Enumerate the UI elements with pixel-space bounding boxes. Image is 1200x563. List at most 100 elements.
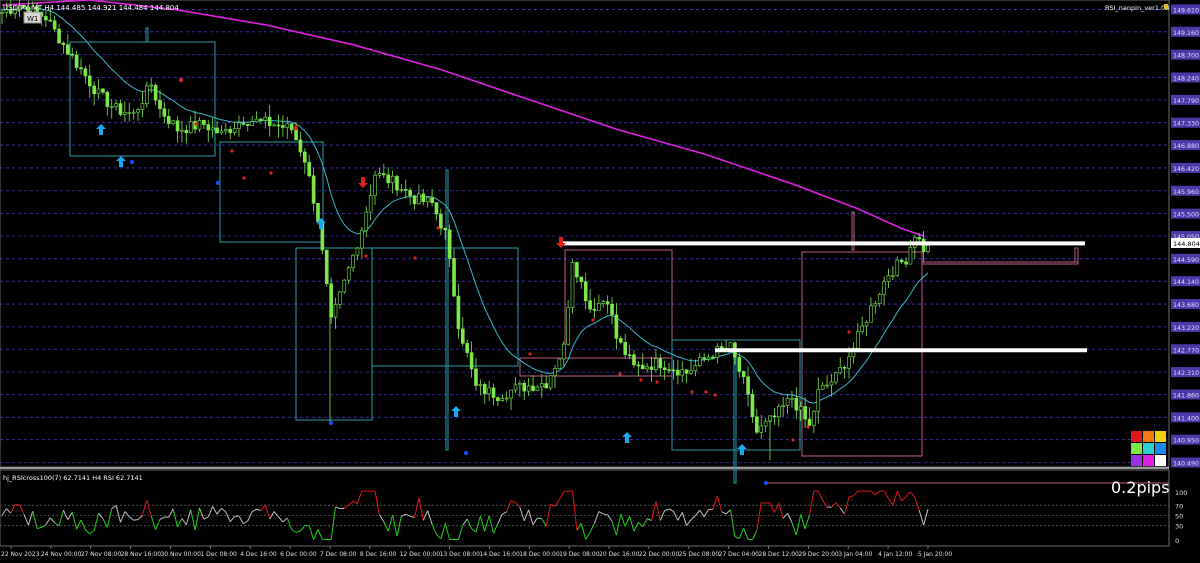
- candle-body: [579, 276, 584, 282]
- candle-body: [79, 67, 83, 70]
- candle-body: [544, 383, 548, 389]
- time-axis-label: 13 Dec 08:00: [440, 551, 481, 558]
- time-axis-label: 14 Dec 16:00: [479, 551, 520, 558]
- candle-body: [702, 357, 706, 360]
- candle-body: [518, 382, 522, 386]
- candle-body: [298, 139, 303, 153]
- price-tick-label: 149.160: [1173, 30, 1199, 37]
- candle-body: [452, 258, 456, 297]
- candle-body: [623, 342, 627, 356]
- price-tick-label: 148.700: [1173, 53, 1199, 60]
- price-tick-label: 145.500: [1173, 212, 1199, 219]
- time-axis-label: 4 Dec 16:00: [240, 551, 277, 558]
- candle-body: [254, 118, 259, 123]
- rsi-level-label: 50: [1175, 513, 1183, 521]
- candle-body: [741, 371, 746, 378]
- signal-dot: [591, 318, 595, 322]
- candle-body: [403, 188, 408, 191]
- price-tick-label: 144.590: [1173, 257, 1199, 264]
- candle-body: [755, 416, 759, 433]
- time-axis-label: 25 Dec 08:00: [679, 551, 720, 558]
- time-axis-label: 4 Jan 12:00: [878, 551, 912, 558]
- candle-body: [509, 389, 513, 399]
- candle-body: [443, 227, 448, 231]
- candle-body: [425, 197, 430, 203]
- palette-swatch[interactable]: [1155, 455, 1166, 466]
- candle-body: [118, 103, 123, 115]
- candle-body: [114, 103, 118, 107]
- time-axis-label: 20 Dec 16:00: [599, 551, 640, 558]
- candle-body: [171, 120, 175, 124]
- time-axis-label: 12 Dec 00:00: [400, 551, 441, 558]
- palette-swatch[interactable]: [1143, 443, 1154, 454]
- time-axis-label: 19 Dec 08:00: [559, 551, 600, 558]
- candle-body: [882, 281, 886, 295]
- candle-body: [92, 85, 96, 95]
- candle-body: [855, 331, 860, 349]
- candle-body: [456, 295, 461, 330]
- chart-canvas[interactable]: 149.610 149.160 148.700 148.240 147.790 147.3…: [0, 0, 1200, 563]
- candle-body: [395, 175, 399, 191]
- time-axis-label: 29 Dec 20:00: [798, 551, 839, 558]
- candle-body: [158, 99, 162, 110]
- palette-swatch[interactable]: [1155, 431, 1166, 442]
- candle-body: [461, 328, 465, 344]
- candle-body: [188, 121, 193, 134]
- time-axis-label: 28 Nov 16:00: [121, 551, 162, 558]
- price-tick-label: 149.610: [1173, 7, 1199, 14]
- signal-dot: [791, 438, 795, 442]
- candle-body: [245, 124, 250, 126]
- candle-body: [66, 44, 70, 55]
- palette-swatch[interactable]: [1131, 443, 1142, 454]
- candle-body: [662, 367, 667, 370]
- candle-body: [803, 406, 807, 420]
- candle-body: [267, 116, 272, 126]
- candle-body: [338, 291, 342, 305]
- price-tick-label: 144.140: [1173, 279, 1199, 286]
- time-axis-label: 22 Nov 2023: [1, 551, 40, 558]
- candle-body: [101, 88, 105, 93]
- palette-swatch[interactable]: [1131, 455, 1142, 466]
- candle-body: [412, 195, 417, 205]
- signal-dot: [436, 226, 440, 230]
- candle-body: [812, 410, 816, 426]
- candle-body: [785, 398, 790, 407]
- signal-dot: [328, 420, 334, 426]
- candle-body: [719, 346, 724, 349]
- palette-swatch[interactable]: [1143, 431, 1154, 442]
- candle-body: [162, 108, 167, 117]
- candle-body: [434, 202, 439, 215]
- candle-body: [311, 175, 316, 204]
- candle-body: [557, 358, 562, 369]
- candle-body: [825, 384, 829, 387]
- candle-body: [540, 383, 544, 388]
- candle-body: [583, 281, 588, 302]
- candle-body: [829, 381, 834, 386]
- palette-swatch[interactable]: [1131, 431, 1142, 442]
- candle-body: [430, 197, 434, 203]
- candle-body: [570, 262, 575, 308]
- color-palette[interactable]: [1131, 431, 1166, 466]
- candle-body: [891, 275, 895, 277]
- current-price-text: 144.804: [1173, 240, 1200, 248]
- candle-body: [627, 354, 632, 357]
- candle-body: [228, 128, 233, 133]
- palette-swatch[interactable]: [1143, 455, 1154, 466]
- palette-swatch[interactable]: [1155, 443, 1166, 454]
- candle-body: [697, 357, 702, 366]
- candle-body: [87, 75, 92, 87]
- time-axis-label: 18 Dec 00:00: [519, 551, 560, 558]
- candle-body: [904, 261, 908, 265]
- candle-body: [474, 368, 478, 386]
- candle-body: [386, 174, 390, 184]
- candle-body: [491, 387, 496, 398]
- indicator-status-icon: [1164, 4, 1168, 9]
- signal-dot: [194, 122, 198, 126]
- candle-body: [759, 425, 764, 433]
- candle-body: [61, 42, 66, 46]
- candle-body: [44, 16, 48, 21]
- signal-dot: [639, 378, 643, 382]
- candle-body: [74, 54, 79, 68]
- signal-dot: [230, 149, 234, 153]
- price-tick-label: 148.240: [1173, 76, 1199, 83]
